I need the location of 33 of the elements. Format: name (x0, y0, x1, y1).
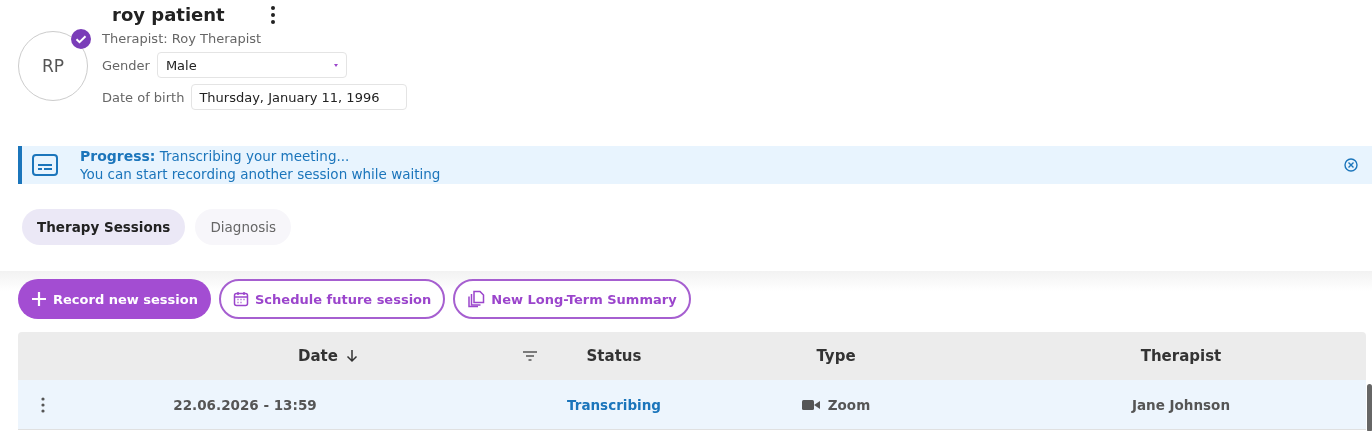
column-header[interactable]: Therapist (1140, 347, 1222, 365)
more-options-icon[interactable] (41, 396, 45, 413)
column-header[interactable]: Date (298, 347, 338, 365)
scrollbar[interactable] (1367, 384, 1372, 431)
record-button[interactable]: Record new session (18, 279, 211, 319)
tab[interactable]: Diagnosis (195, 209, 292, 245)
dob-label: Date of birth (102, 89, 185, 105)
more-options-icon[interactable] (270, 5, 275, 24)
progress-message: Progress: Transcribing your meeting... (80, 147, 351, 165)
tab[interactable]: Therapy Sessions (22, 209, 186, 245)
subtitles-icon (32, 154, 58, 176)
gender-select[interactable]: Male (156, 52, 347, 78)
schedule-button[interactable]: Schedule future session (219, 279, 446, 319)
plus-icon (31, 291, 47, 307)
close-icon[interactable] (1344, 158, 1358, 172)
sort-down-icon[interactable] (345, 349, 358, 363)
status-link[interactable]: Transcribing (567, 396, 661, 413)
column-header[interactable]: Status (586, 347, 642, 365)
dob-field[interactable]: Thursday, January 11, 1996 (191, 84, 408, 110)
table-cell: Zoom (827, 396, 871, 413)
therapist-label: Therapist: Roy Therapist (102, 31, 263, 46)
table-cell: Jane Johnson (1131, 396, 1230, 413)
column-header[interactable]: Type (816, 347, 856, 365)
progress-detail: You can start recording another session while waiting (80, 165, 442, 183)
calendar-icon (233, 291, 249, 307)
copy-icon (467, 290, 486, 308)
gender-label: Gender (102, 57, 150, 73)
table-cell: 22.06.2026 - 13:59 (173, 396, 317, 413)
filter-icon[interactable] (523, 351, 537, 361)
table-row[interactable]: 22.06.2026 - 13:59 Transcribing Zoom Jane Johnson (18, 380, 1366, 430)
video-camera-icon (801, 398, 820, 411)
patient-name: roy patient (112, 4, 225, 25)
summary-button[interactable]: New Long-Term Summary (453, 279, 691, 319)
